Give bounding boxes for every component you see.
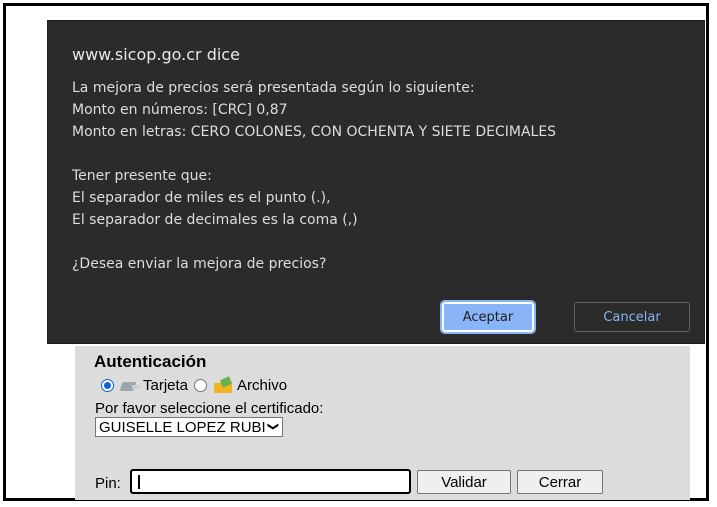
chevron-down-icon: ❯ [266, 421, 279, 432]
radio-archivo[interactable] [194, 379, 208, 392]
validate-button[interactable]: Validar [417, 470, 511, 494]
dialog-origin: www.sicop.go.cr dice [72, 45, 240, 64]
pin-input[interactable] [130, 469, 411, 494]
pin-label: Pin: [95, 475, 121, 492]
text-caret [138, 475, 140, 489]
close-button[interactable]: Cerrar [517, 470, 603, 494]
radio-tarjeta[interactable] [101, 379, 114, 392]
auth-method-group: Tarjeta Archivo [101, 377, 287, 394]
certificate-selected-value: GUISELLE LOPEZ RUBI [99, 418, 266, 436]
confirm-dialog: www.sicop.go.cr dice La mejora de precio… [48, 21, 704, 343]
card-reader-icon [119, 379, 141, 393]
accept-button[interactable]: Aceptar [440, 300, 536, 334]
dialog-message: La mejora de precios será presentada seg… [72, 80, 557, 272]
folder-icon [213, 378, 235, 394]
radio-tarjeta-label[interactable]: Tarjeta [143, 377, 188, 394]
certificate-label: Por favor seleccione el certificado: [95, 400, 324, 417]
radio-archivo-label[interactable]: Archivo [237, 377, 287, 394]
authentication-panel: Autenticación Tarjeta Archivo Por favor … [75, 346, 690, 500]
certificate-select[interactable]: GUISELLE LOPEZ RUBI ❯ [95, 417, 283, 437]
auth-title: Autenticación [94, 352, 207, 371]
cancel-button[interactable]: Cancelar [574, 302, 690, 332]
